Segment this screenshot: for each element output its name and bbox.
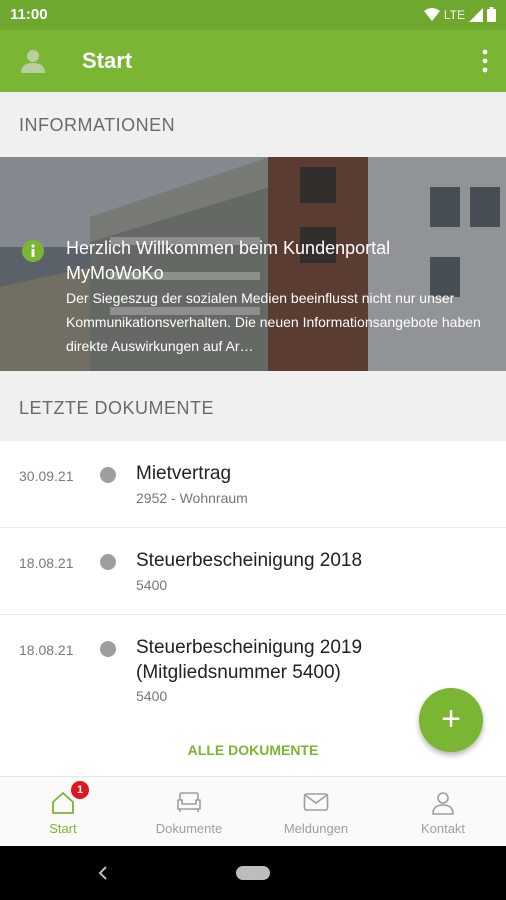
more-vert-icon[interactable] [478, 48, 492, 74]
document-subtitle: 2952 - Wohnraum [136, 490, 248, 506]
add-fab-button[interactable]: + [419, 688, 483, 752]
battery-icon [487, 7, 496, 22]
system-navigation-bar [0, 846, 506, 900]
sofa-icon [177, 792, 201, 812]
status-icons: LTE [423, 7, 496, 22]
status-time: 11:00 [10, 6, 48, 23]
status-bar: 11:00 LTE [0, 0, 506, 30]
nav-label: Dokumente [155, 821, 223, 836]
nav-item-meldungen[interactable]: Meldungen [253, 777, 379, 847]
home-pill[interactable] [236, 866, 270, 880]
nav-item-kontakt[interactable]: Kontakt [380, 777, 506, 847]
document-title: Mietvertrag [136, 463, 232, 484]
plus-icon: + [441, 700, 461, 738]
document-date: 18.08.21 [19, 555, 74, 571]
nav-label: Start [49, 821, 77, 836]
nav-label: Meldungen [283, 821, 349, 836]
document-title: Steuerbescheinigung 2018 [136, 550, 363, 571]
network-type: LTE [443, 7, 465, 22]
document-date: 30.09.21 [19, 468, 74, 484]
document-status-dot [100, 467, 116, 483]
document-status-dot [100, 641, 116, 657]
document-date: 18.08.21 [19, 642, 74, 658]
nav-item-start[interactable]: 1 Start [0, 777, 126, 847]
page-title: Start [82, 48, 133, 73]
document-subtitle: 5400 [136, 577, 168, 593]
banner-text: Der Siegeszug der sozialen Medien beeinf… [66, 290, 481, 354]
signal-icon [469, 7, 483, 22]
nav-label: Kontakt [420, 821, 466, 836]
document-row[interactable]: 30.09.21 Mietvertrag 2952 - Wohnraum [0, 441, 506, 528]
person-icon [432, 792, 454, 815]
wifi-icon [423, 7, 440, 21]
notification-badge: 1 [71, 781, 89, 799]
info-icon [22, 240, 44, 262]
profile-avatar-icon[interactable] [20, 48, 46, 74]
mail-icon [303, 793, 329, 811]
document-subtitle: 5400 [136, 688, 168, 704]
bottom-navigation: 1 Start Dokumente Meldungen Kontakt [0, 776, 506, 846]
back-icon[interactable] [97, 865, 109, 881]
documents-section-header: LETZTE DOKUMENTE [0, 375, 506, 441]
document-row[interactable]: 18.08.21 Steuerbescheinigung 2018 5400 [0, 528, 506, 615]
document-title: Steuerbescheinigung 2019 (Mitgliedsnumme… [136, 637, 363, 683]
document-status-dot [100, 554, 116, 570]
nav-item-dokumente[interactable]: Dokumente [126, 777, 252, 847]
app-bar: Start [0, 30, 506, 92]
info-section-header: INFORMATIONEN [0, 92, 506, 158]
banner-title: Herzlich Willkommen beim Kundenportal My… [66, 238, 391, 283]
